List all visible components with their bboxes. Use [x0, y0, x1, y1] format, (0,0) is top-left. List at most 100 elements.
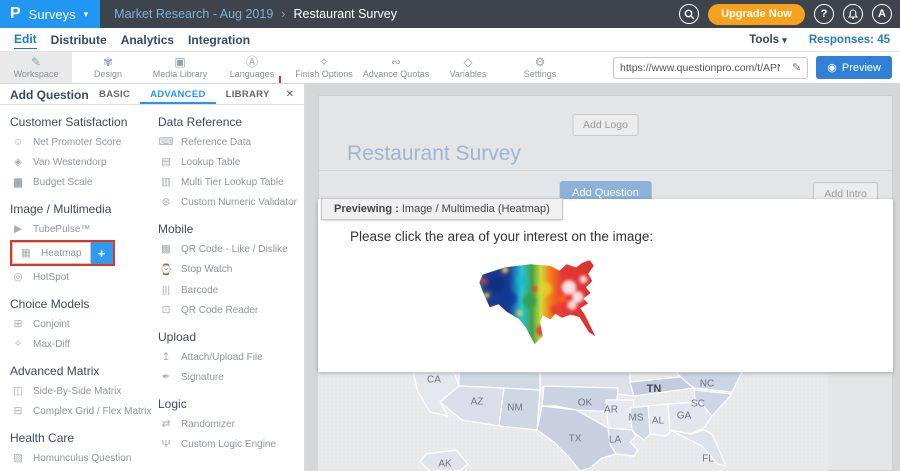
section-logic: Logic — [158, 397, 304, 411]
edit-url-icon[interactable]: ✎ — [786, 61, 807, 74]
links-icon: ∾ — [391, 56, 401, 68]
qtype-side-by-side-matrix[interactable]: ◫ Side-By-Side Matrix — [10, 381, 158, 401]
breadcrumb-current: Restaurant Survey — [293, 7, 397, 21]
state-label: AZ — [471, 397, 484, 408]
qtype-budget-scale[interactable]: ▆ Budget Scale — [10, 172, 158, 192]
barcode-icon: ||| — [158, 284, 174, 296]
tool-design[interactable]: ✾ Design — [72, 52, 144, 83]
tools-dropdown[interactable]: Tools ▾ — [749, 34, 787, 46]
responses-count[interactable]: Responses: 45 — [809, 34, 890, 46]
qtype-lookup-table[interactable]: ▤ Lookup Table — [158, 152, 304, 172]
tool-settings[interactable]: ⚙ Settings — [504, 52, 576, 83]
qtype-heatmap[interactable]: ▦ Heatmap — [12, 242, 91, 264]
section-advanced-matrix: Advanced Matrix — [10, 364, 158, 378]
qr-code-icon: ▩ — [158, 243, 174, 255]
heatmap-icon: ▦ — [18, 247, 34, 259]
signature-icon: ✒ — [158, 371, 174, 383]
upgrade-now-button[interactable]: Upgrade Now — [708, 4, 805, 25]
validator-icon: ⊛ — [158, 196, 174, 208]
tool-variables[interactable]: ◇ Variables — [432, 52, 504, 83]
close-icon[interactable]: ✕ — [280, 84, 304, 104]
qr-reader-icon: ⊡ — [158, 304, 174, 316]
section-mobile: Mobile — [158, 222, 304, 236]
search-button[interactable] — [679, 4, 699, 24]
notifications-button[interactable] — [843, 4, 863, 24]
tab-advanced[interactable]: ADVANCED — [140, 84, 216, 104]
add-logo-button[interactable]: Add Logo — [572, 114, 639, 136]
state-label: OK — [578, 398, 592, 409]
qtype-heatmap-highlighted[interactable]: ▦ Heatmap + — [10, 240, 115, 266]
us-map-shapes — [318, 372, 828, 471]
nav-analytics[interactable]: Analytics — [121, 31, 174, 49]
qtype-qr-like-dislike[interactable]: ▩ QR Code - Like / Dislike — [158, 239, 304, 259]
preview-button[interactable]: ◉ Preview — [816, 56, 892, 79]
help-button[interactable]: ? — [814, 4, 834, 24]
nav-integration[interactable]: Integration — [188, 31, 250, 49]
help-icon: ? — [821, 8, 828, 20]
divider — [319, 170, 892, 171]
tab-library[interactable]: LIBRARY — [216, 84, 280, 104]
surveys-menu[interactable]: P Surveys ▾ — [0, 0, 100, 28]
tool-finish-options[interactable]: ✧ Finish Options — [288, 52, 360, 83]
qtype-hotspot[interactable]: ◎ HotSpot — [10, 267, 158, 287]
qtype-qr-code-reader[interactable]: ⊡ QR Code Reader — [158, 300, 304, 320]
state-label: AR — [604, 405, 618, 416]
tab-basic[interactable]: BASIC — [89, 84, 140, 104]
qtype-custom-logic-engine[interactable]: Ψ Custom Logic Engine — [158, 434, 304, 454]
qtype-max-diff[interactable]: ✧ Max-Diff — [10, 334, 158, 354]
avatar[interactable]: A — [872, 4, 892, 24]
qtype-homunculus[interactable]: ▧ Homunculus Question — [10, 448, 158, 468]
breadcrumb: Market Research - Aug 2019 › Restaurant … — [114, 7, 397, 21]
matrix-icon: ◫ — [10, 385, 26, 397]
editor-toolbar: ✎ Workspace ✾ Design ▣ Media Library Ⓐ L… — [0, 52, 900, 84]
usa-heatmap-image[interactable] — [462, 257, 612, 349]
qtype-barcode[interactable]: ||| Barcode — [158, 280, 304, 300]
state-label: CA — [427, 375, 441, 386]
add-heatmap-button[interactable]: + — [91, 242, 113, 264]
state-label: GA — [677, 411, 691, 422]
qtype-tubepulse[interactable]: ▶ TubePulse™ — [10, 219, 158, 239]
survey-canvas: Add Logo Restaurant Survey Add Question … — [305, 84, 900, 471]
qtype-randomizer[interactable]: ⇄ Randomizer — [158, 414, 304, 434]
chevron-down-icon: ▾ — [84, 9, 89, 20]
tool-advance-quotas[interactable]: ∾ Advance Quotas — [360, 52, 432, 83]
state-label: FL — [702, 454, 714, 465]
eye-icon: ◉ — [827, 61, 837, 74]
tool-media-library[interactable]: ▣ Media Library — [144, 52, 216, 83]
qtype-signature[interactable]: ✒ Signature — [158, 367, 304, 387]
wand-icon: ✧ — [319, 56, 329, 68]
hotspot-icon: ◎ — [10, 271, 26, 283]
nav-distribute[interactable]: Distribute — [51, 31, 107, 49]
bell-icon — [848, 9, 858, 20]
breadcrumb-separator: › — [281, 7, 285, 21]
qtype-custom-numeric-validator[interactable]: ⊛ Custom Numeric Validator — [158, 192, 304, 212]
tool-workspace[interactable]: ✎ Workspace — [0, 52, 72, 83]
translate-icon: Ⓐ — [246, 56, 258, 68]
qtype-stop-watch[interactable]: ⌚ Stop Watch — [158, 259, 304, 280]
qtype-conjoint[interactable]: ⊞ Conjoint — [10, 314, 158, 334]
qtype-complex-grid[interactable]: ⊟ Complex Grid / Flex Matrix — [10, 401, 158, 421]
survey-url-input[interactable] — [614, 62, 786, 74]
qtype-reference-data[interactable]: ⌨ Reference Data — [158, 132, 304, 152]
questionpro-survey-editor: P Surveys ▾ Market Research - Aug 2019 ›… — [0, 0, 900, 471]
body-figure-icon: ▧ — [10, 452, 26, 464]
nps-icon: ☺ — [10, 136, 26, 148]
qtype-attach-upload-file[interactable]: ↥ Attach/Upload File — [158, 347, 304, 367]
tool-languages[interactable]: Ⓐ Languages — [216, 52, 288, 83]
search-icon — [684, 9, 695, 20]
breadcrumb-project[interactable]: Market Research - Aug 2019 — [114, 7, 273, 21]
workspace-icon: ✎ — [31, 56, 41, 68]
state-label: TX — [569, 434, 582, 445]
price-tag-icon: ◈ — [10, 156, 26, 168]
section-upload: Upload — [158, 330, 304, 344]
qtype-multi-tier-lookup[interactable]: ▥ Multi Tier Lookup Table — [158, 172, 304, 192]
section-data-reference: Data Reference — [158, 115, 304, 129]
state-label: LA — [609, 435, 621, 446]
qtype-van-westendorp[interactable]: ◈ Van Westendorp — [10, 152, 158, 172]
nav-edit[interactable]: Edit — [14, 30, 37, 49]
qtype-net-promoter-score[interactable]: ☺ Net Promoter Score — [10, 132, 158, 152]
video-icon: ▶ — [10, 223, 26, 235]
state-label: MS — [629, 413, 644, 424]
grid-icon: ⊞ — [10, 318, 26, 330]
survey-title: Restaurant Survey — [347, 142, 521, 166]
